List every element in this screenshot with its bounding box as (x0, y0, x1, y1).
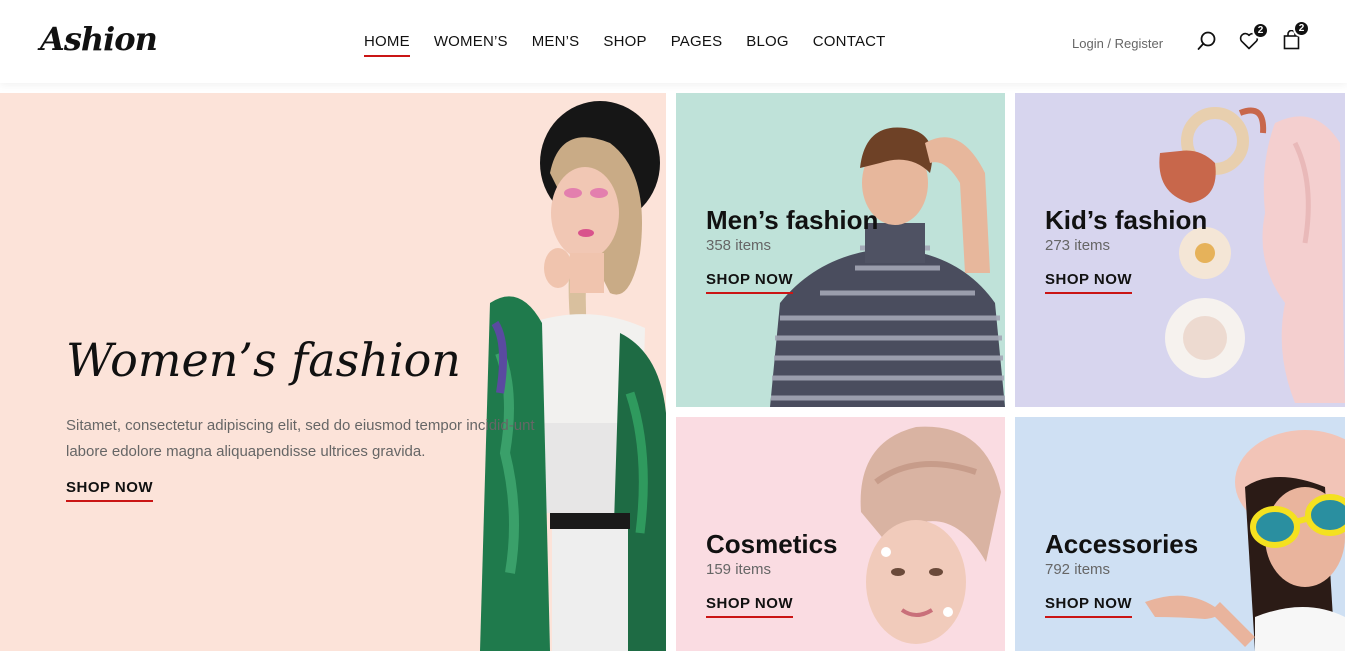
category-banner-cosmetics: Cosmetics 159 items SHOP NOW (676, 417, 1005, 651)
cosmetics-model-image (860, 426, 1001, 644)
cosmetics-title: Cosmetics (706, 529, 838, 559)
nav-pages[interactable]: PAGES (671, 33, 723, 55)
site-header: Ashion HOME WOMEN’S MEN’S SHOP PAGES BLO… (0, 0, 1347, 83)
accessories-title: Accessories (1045, 529, 1199, 559)
wishlist-button[interactable]: 2 (1239, 22, 1269, 50)
auth-separator: / (1103, 36, 1115, 51)
cosmetics-shop-now-link[interactable]: SHOP NOW (706, 595, 794, 618)
accessories-item-count: 792 items (1045, 561, 1111, 578)
mens-title: Men’s fashion (706, 205, 879, 235)
hero-banner-womens: Women’s fashion Sitamet, consectetur adi… (0, 93, 666, 651)
cart-button[interactable]: 2 (1283, 20, 1310, 50)
site-logo[interactable]: Ashion (40, 20, 158, 58)
cosmetics-item-count: 159 items (706, 561, 772, 578)
nav-contact[interactable]: CONTACT (813, 33, 886, 55)
hero-title: Women’s fashion (66, 333, 461, 387)
auth-links: Login / Register (1072, 36, 1163, 51)
nav-shop[interactable]: SHOP (603, 33, 646, 55)
accessories-shop-now-link[interactable]: SHOP NOW (1045, 595, 1133, 618)
kids-title: Kid’s fashion (1045, 205, 1208, 235)
category-banner-accessories: Accessories 792 items SHOP NOW (1015, 417, 1345, 651)
kids-products-image (1159, 107, 1345, 403)
cart-count-badge: 2 (1293, 20, 1310, 37)
nav-home[interactable]: HOME (364, 33, 410, 57)
wishlist-count-badge: 2 (1252, 22, 1269, 39)
hero-shop-now-link[interactable]: SHOP NOW (66, 479, 154, 502)
nav-blog[interactable]: BLOG (746, 33, 788, 55)
login-link[interactable]: Login (1072, 36, 1104, 51)
search-icon[interactable] (1197, 31, 1217, 51)
register-link[interactable]: Register (1115, 36, 1163, 51)
man-model-image (770, 127, 1005, 407)
mens-item-count: 358 items (706, 237, 772, 254)
nav-womens[interactable]: WOMEN’S (434, 33, 508, 55)
hero-description: Sitamet, consectetur adipiscing elit, se… (66, 417, 535, 460)
mens-shop-now-link[interactable]: SHOP NOW (706, 271, 794, 294)
main-nav: HOME WOMEN’S MEN’S SHOP PAGES BLOG CONTA… (364, 33, 910, 57)
category-banner-kids: Kid’s fashion 273 items SHOP NOW (1015, 93, 1345, 407)
kids-shop-now-link[interactable]: SHOP NOW (1045, 271, 1133, 294)
category-banner-mens: Men’s fashion 358 items SHOP NOW (676, 93, 1005, 407)
woman-model-image (480, 101, 666, 651)
kids-item-count: 273 items (1045, 237, 1111, 254)
nav-mens[interactable]: MEN’S (532, 33, 580, 55)
